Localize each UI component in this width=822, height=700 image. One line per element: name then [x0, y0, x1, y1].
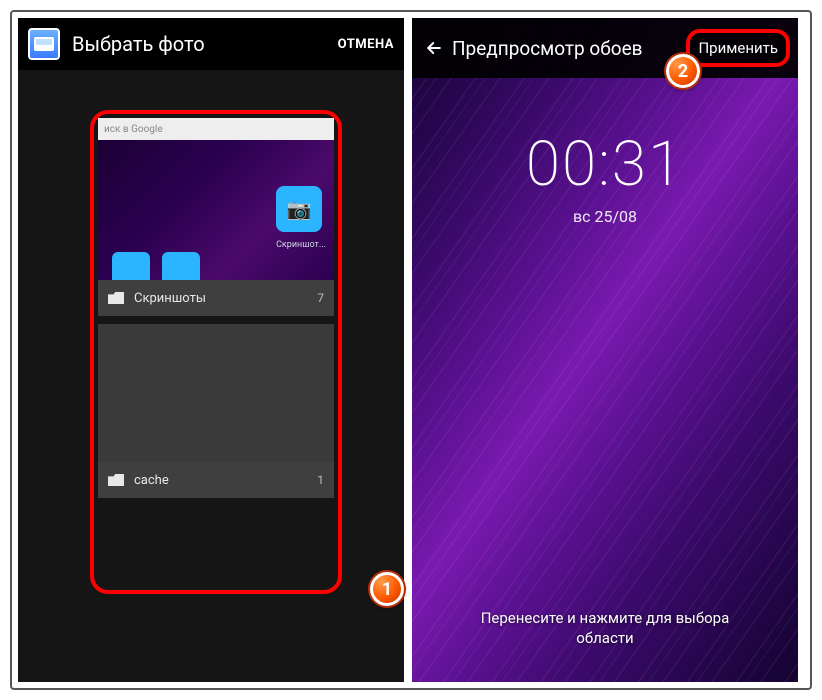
back-arrow-icon[interactable]: [420, 34, 448, 62]
album-item[interactable]: иск в Google 📷 Скриншот... Скриншоты 7: [98, 118, 334, 316]
phone-choose-photo: Выбрать фото ОТМЕНА иск в Google 📷 Скрин…: [18, 18, 404, 682]
instruction-line2: области: [576, 629, 633, 647]
tutorial-frame: Выбрать фото ОТМЕНА иск в Google 📷 Скрин…: [10, 10, 812, 690]
album-thumbnail: иск в Google 📷 Скриншот...: [98, 118, 334, 280]
choose-photo-title: Выбрать фото: [72, 32, 338, 56]
thumb-icon-label: Скриншот...: [276, 240, 326, 250]
clock-date: вс 25/08: [412, 207, 798, 226]
cancel-button[interactable]: ОТМЕНА: [338, 37, 394, 52]
folder-icon: [108, 474, 124, 486]
instruction-line1: Перенесите и нажмите для выбора: [481, 609, 730, 627]
album-bar: Скриншоты 7: [98, 280, 334, 316]
thumb-camera-icon: 📷: [276, 186, 322, 232]
step-badge-2: 2: [666, 54, 700, 88]
album-name: Скриншоты: [134, 291, 317, 306]
albums-highlight: иск в Google 📷 Скриншот... Скриншоты 7: [90, 110, 342, 594]
thumb-search-bar: иск в Google: [98, 118, 334, 140]
album-item[interactable]: cache 1: [98, 324, 334, 498]
lockscreen-clock: 00:31 вс 25/08: [412, 128, 798, 226]
folder-icon: [108, 292, 124, 304]
choose-photo-header: Выбрать фото ОТМЕНА: [18, 18, 404, 70]
album-count: 1: [317, 473, 324, 487]
crop-instruction: Перенесите и нажмите для выбора области: [412, 608, 798, 649]
phone-wallpaper-preview: Предпросмотр обоев Применить 00:31 вс 25…: [412, 18, 798, 682]
album-bar: cache 1: [98, 462, 334, 498]
thumb-app-icon: [112, 252, 150, 280]
apply-button[interactable]: Применить: [686, 29, 790, 67]
album-thumbnail: [98, 324, 334, 462]
step-badge-1: 1: [370, 572, 404, 606]
clock-time: 00:31: [412, 128, 798, 201]
wallpaper-streaks: [412, 18, 798, 682]
gallery-app-icon: [28, 28, 60, 60]
album-count: 7: [317, 291, 324, 305]
thumb-app-icon: [162, 252, 200, 280]
preview-header: Предпросмотр обоев Применить: [412, 18, 798, 78]
album-name: cache: [134, 473, 317, 488]
preview-title: Предпросмотр обоев: [452, 37, 686, 60]
